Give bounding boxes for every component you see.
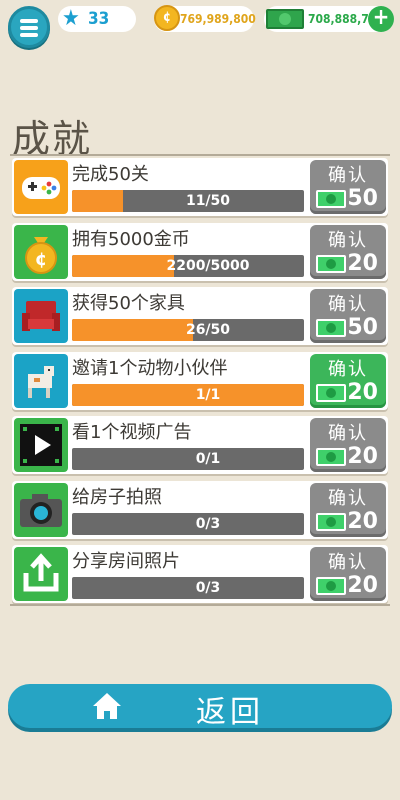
claim-button[interactable]: 确认 20 bbox=[310, 418, 386, 472]
camera-icon bbox=[14, 482, 68, 537]
achievement-name: 获得50个家具 bbox=[72, 293, 185, 314]
share-icon bbox=[14, 547, 68, 601]
achievement-name: 分享房间照片 bbox=[72, 551, 180, 572]
claim-label: 确认 bbox=[328, 552, 368, 573]
divider bbox=[10, 604, 390, 606]
divider bbox=[10, 154, 390, 156]
coin-counter: ¢ 769,989,800 bbox=[154, 5, 256, 32]
claim-label: 确认 bbox=[328, 423, 368, 444]
achievement-row: ¢ 拥有5000金币 2200/5000 确认 20 bbox=[12, 222, 388, 281]
star-icon: ★ bbox=[62, 6, 80, 31]
reward-amount: 20 bbox=[347, 444, 378, 469]
coin-icon: ¢ bbox=[154, 5, 180, 31]
claim-label: 确认 bbox=[328, 229, 368, 251]
cash-icon bbox=[316, 319, 346, 337]
back-button[interactable]: 返回 bbox=[8, 684, 392, 730]
star-counter: ★ 33 bbox=[58, 6, 136, 32]
achievement-row: 给房子拍照 0/3 确认 20 bbox=[12, 480, 388, 539]
claim-button[interactable]: 确认 50 bbox=[310, 289, 386, 343]
achievement-row: 邀请1个动物小伙伴 1/1 确认 20 bbox=[12, 351, 388, 410]
video-icon bbox=[14, 418, 68, 472]
back-label: 返回 bbox=[196, 695, 264, 730]
star-count: 33 bbox=[88, 9, 110, 29]
claim-button[interactable]: 确认 20 bbox=[310, 547, 386, 601]
menu-line bbox=[20, 33, 38, 37]
top-bar: ★ 33 ¢ 769,989,800 708,888,700 + bbox=[0, 0, 400, 50]
cash-icon bbox=[316, 512, 346, 531]
achievement-row: 获得50个家具 26/50 确认 50 bbox=[12, 287, 388, 345]
gamepad-icon bbox=[14, 160, 68, 214]
reward-amount: 20 bbox=[347, 379, 378, 405]
claim-button[interactable]: 确认 20 bbox=[310, 482, 386, 537]
reward-amount: 50 bbox=[347, 186, 378, 211]
achievement-name: 完成50关 bbox=[72, 164, 149, 185]
svg-text:¢: ¢ bbox=[35, 249, 48, 270]
progress-text: 11/50 bbox=[185, 193, 231, 209]
claim-button[interactable]: 确认 20 bbox=[310, 353, 386, 408]
menu-line bbox=[20, 19, 38, 23]
achievement-row: 分享房间照片 0/3 确认 20 bbox=[12, 545, 388, 603]
menu-button[interactable] bbox=[8, 6, 50, 48]
reward-amount: 20 bbox=[347, 250, 378, 276]
claim-label: 确认 bbox=[328, 487, 368, 509]
cash-icon bbox=[316, 254, 346, 273]
claim-button[interactable]: 确认 50 bbox=[310, 160, 386, 214]
achievement-row: 看1个视频广告 0/1 确认 20 bbox=[12, 416, 388, 474]
progress-bar: 26/50 bbox=[72, 319, 304, 341]
progress-bar: 1/1 bbox=[72, 383, 304, 406]
progress-text: 2200/5000 bbox=[166, 257, 250, 274]
cash-counter: 708,888,700 + bbox=[264, 6, 394, 32]
cash-icon bbox=[316, 577, 346, 595]
cash-icon bbox=[316, 448, 346, 466]
reward-amount: 50 bbox=[347, 315, 378, 340]
progress-bar: 0/3 bbox=[72, 512, 304, 535]
achievement-row: 完成50关 11/50 确认 50 bbox=[12, 158, 388, 216]
achievement-name: 拥有5000金币 bbox=[72, 228, 190, 250]
add-cash-button[interactable]: + bbox=[368, 6, 394, 32]
achievement-name: 看1个视频广告 bbox=[72, 422, 192, 443]
progress-text: 0/1 bbox=[195, 451, 221, 467]
progress-text: 0/3 bbox=[195, 515, 221, 532]
claim-label: 确认 bbox=[328, 294, 368, 315]
progress-text: 1/1 bbox=[195, 386, 221, 403]
claim-label: 确认 bbox=[328, 165, 368, 186]
achievement-name: 邀请1个动物小伙伴 bbox=[72, 357, 228, 379]
achievement-name: 给房子拍照 bbox=[72, 486, 162, 508]
progress-bar: 2200/5000 bbox=[72, 254, 304, 277]
coin-count: 769,989,800 bbox=[180, 12, 256, 26]
claim-label: 确认 bbox=[328, 358, 368, 380]
coin-bag-icon: ¢ bbox=[14, 224, 68, 279]
cash-icon bbox=[266, 9, 304, 29]
reward-amount: 20 bbox=[347, 573, 378, 598]
reward-amount: 20 bbox=[347, 508, 378, 534]
progress-text: 0/3 bbox=[195, 580, 221, 596]
progress-bar: 0/3 bbox=[72, 577, 304, 599]
animal-icon bbox=[14, 353, 68, 408]
progress-text: 26/50 bbox=[185, 322, 231, 338]
progress-bar: 11/50 bbox=[72, 190, 304, 212]
progress-bar: 0/1 bbox=[72, 448, 304, 470]
claim-button[interactable]: 确认 20 bbox=[310, 224, 386, 279]
armchair-icon bbox=[14, 289, 68, 343]
cash-icon bbox=[316, 383, 346, 402]
cash-icon bbox=[316, 190, 346, 208]
menu-line bbox=[20, 26, 38, 30]
